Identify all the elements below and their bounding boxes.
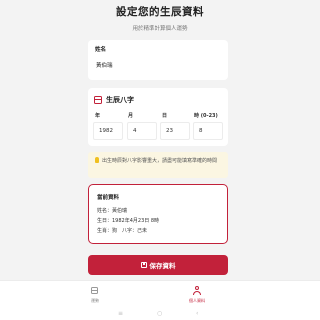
month-label: 月 <box>128 113 134 119</box>
month-input[interactable] <box>127 122 157 140</box>
year-label: 年 <box>95 113 101 119</box>
menu-icon[interactable]: ≡ <box>118 310 123 317</box>
current-zodiac: 生肖：狗 八字：己未 <box>97 228 148 234</box>
bazi-card: 生辰八字 年 月 日 時 (0-23) <box>88 88 228 146</box>
calendar-icon <box>94 96 102 104</box>
tip-text: 出生時辰對八字影響重大，請盡可能填寫準確的時間 <box>102 158 218 164</box>
back-icon[interactable]: ‹ <box>196 310 198 317</box>
name-label: 姓名 <box>95 47 107 53</box>
save-icon <box>140 262 147 268</box>
calendar-icon <box>91 287 98 294</box>
day-input[interactable] <box>160 122 190 140</box>
tip-box: 出生時辰對八字影響重大，請盡可能填寫準確的時間 <box>88 152 228 178</box>
lightbulb-icon <box>95 157 99 163</box>
tab-profile[interactable]: 個人資料 <box>177 284 217 306</box>
name-card: 姓名 <box>88 40 228 80</box>
current-birth: 生日：1982年4月23日 8時 <box>97 218 160 224</box>
save-button-label: 保存資料 <box>149 262 176 270</box>
name-input[interactable] <box>93 56 223 74</box>
page-title: 設定您的生辰資料 <box>116 6 204 18</box>
current-data-card: 當前資料 姓名：黃伯瑞 生日：1982年4月23日 8時 生肖：狗 八字：己未 <box>88 184 228 244</box>
page-subtitle: 用於精準計算個人運勢 <box>132 26 188 32</box>
hour-label: 時 (0-23) <box>194 113 218 119</box>
save-button[interactable]: 保存資料 <box>88 255 228 275</box>
current-data-title: 當前資料 <box>97 195 120 201</box>
bazi-header: 生辰八字 <box>94 95 134 105</box>
bazi-title: 生辰八字 <box>106 96 134 104</box>
tab-fortune[interactable]: 運勢 <box>75 284 115 306</box>
current-name: 姓名：黃伯瑞 <box>97 208 128 214</box>
hour-input[interactable] <box>193 122 223 140</box>
system-nav-bar: ≡ ○ ‹ <box>0 308 320 320</box>
tab-profile-label: 個人資料 <box>189 298 205 303</box>
tab-fortune-label: 運勢 <box>91 298 99 303</box>
user-icon <box>192 286 202 296</box>
home-icon[interactable]: ○ <box>157 310 162 317</box>
year-input[interactable] <box>93 122 123 140</box>
day-label: 日 <box>162 113 168 119</box>
tab-bar: 運勢 個人資料 <box>0 280 320 308</box>
page-header: 設定您的生辰資料 用於精準計算個人運勢 <box>0 0 320 40</box>
